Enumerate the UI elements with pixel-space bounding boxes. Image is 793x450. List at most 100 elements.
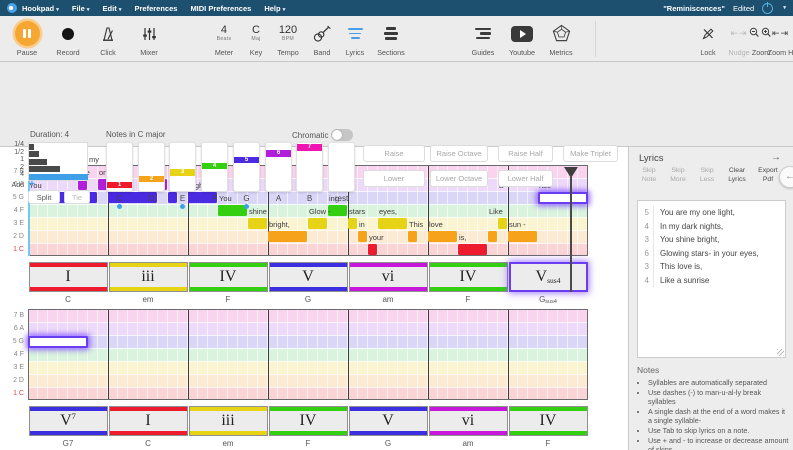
menu-edit[interactable]: Edit▾	[103, 4, 122, 13]
skip-note-button[interactable]: Skip Note	[635, 167, 663, 189]
note-card-B[interactable]: 7	[296, 142, 323, 192]
chord-box[interactable]: IV	[509, 406, 588, 436]
chord-box[interactable]: V	[269, 262, 348, 292]
melody-note[interactable]	[458, 244, 487, 255]
mixer-button[interactable]: Mixer	[131, 20, 167, 62]
row-label-1C: 1 C	[0, 387, 24, 400]
lower-button[interactable]: Lower	[363, 170, 425, 187]
split-button[interactable]: Split	[28, 190, 60, 204]
chromatic-toggle[interactable]	[331, 129, 353, 141]
menu-midi-preferences[interactable]: MIDI Preferences	[190, 4, 251, 13]
lyric-line-text: This love is,	[654, 262, 702, 271]
guides-button[interactable]: Guides	[464, 20, 502, 62]
staff-row	[28, 243, 588, 256]
resize-grip-icon[interactable]	[777, 349, 784, 356]
melody-note[interactable]	[498, 218, 507, 229]
note-card-F[interactable]: 4	[201, 142, 228, 192]
pause-button[interactable]: Pause	[10, 20, 44, 62]
melody-note[interactable]	[408, 231, 417, 242]
key-control[interactable]: CMaj Key	[243, 20, 269, 62]
skip-more-button[interactable]: Skip More	[664, 167, 692, 189]
lyric-line-text: You shine bright,	[654, 235, 719, 244]
playhead-line[interactable]	[570, 177, 572, 292]
note-card-D[interactable]: 2	[138, 142, 165, 192]
chord-name-base: em	[222, 439, 233, 448]
skip-less-button[interactable]: Skip Less	[693, 167, 721, 189]
chord-box[interactable]: I	[29, 262, 108, 292]
lock-button[interactable]: Lock	[694, 20, 722, 62]
chord-box[interactable]: vi	[349, 262, 428, 292]
tempo-control[interactable]: 120BPM Tempo	[270, 20, 306, 62]
melody-note[interactable]	[508, 231, 537, 242]
menu-preferences[interactable]: Preferences	[134, 4, 177, 13]
duration-bar-1/4[interactable]	[29, 144, 34, 150]
power-button-icon[interactable]	[762, 3, 773, 14]
duration-label-2: 2	[0, 164, 24, 171]
raise-button[interactable]: Raise	[363, 145, 425, 162]
raise-half-button[interactable]: Raise Half	[498, 145, 553, 162]
chord-numeral: vi	[350, 263, 427, 291]
metrics-button[interactable]: Metrics	[540, 20, 582, 62]
note-card-rest[interactable]	[328, 142, 355, 192]
lyrics-textbox[interactable]: 5You are my one light,4In my dark nights…	[637, 200, 786, 358]
melody-note[interactable]	[488, 231, 497, 242]
melody-note[interactable]	[268, 231, 307, 242]
chord-box[interactable]: IV	[429, 262, 508, 292]
melody-note[interactable]	[378, 218, 407, 229]
duration-bar-1/2[interactable]	[29, 151, 39, 157]
chord-box[interactable]: iii	[109, 262, 188, 292]
duration-bar-2[interactable]	[29, 166, 60, 172]
chord-box[interactable]: IV	[189, 262, 268, 292]
clear-lyrics-button[interactable]: Clear Lyrics	[722, 167, 752, 189]
note-card-G[interactable]: 5	[233, 142, 260, 192]
menu-help[interactable]: Help▾	[264, 4, 285, 13]
youtube-button[interactable]: Youtube	[503, 20, 541, 62]
help-bullet: Use Tab to skip lyrics on a note.	[648, 426, 790, 435]
melody-note[interactable]	[28, 336, 88, 348]
chord-name: F	[508, 439, 588, 448]
chevron-down-icon: ▾	[119, 7, 122, 13]
menu-file[interactable]: File▾	[72, 4, 90, 13]
chord-box[interactable]: IV	[269, 406, 348, 436]
chord-box[interactable]: I	[109, 406, 188, 436]
note-card-E[interactable]: 3	[169, 142, 196, 192]
chord-box[interactable]: iii	[189, 406, 268, 436]
meter-control[interactable]: 4Beats Meter	[206, 20, 242, 62]
lyric-label: eyes,	[379, 207, 397, 216]
record-button[interactable]: Record	[50, 20, 86, 62]
melody-note[interactable]	[348, 218, 357, 229]
panel-expand-arrow-icon[interactable]: →	[771, 152, 781, 163]
sections-button[interactable]: Sections	[371, 20, 411, 62]
menu-bar: File▾ Edit▾ Preferences MIDI Preferences Hel…	[72, 4, 298, 13]
lyrics-button[interactable]: Lyrics	[339, 20, 371, 62]
zoom-h-button[interactable]: ⇤⇥ Zoom H	[768, 20, 793, 62]
chord-box[interactable]: vi	[429, 406, 508, 436]
duration-bar-1[interactable]	[29, 159, 47, 165]
menu-hookpad[interactable]: Hookpad▾	[22, 4, 59, 13]
row-label-6A: 6 A	[0, 322, 24, 335]
scale-degree-bar: 5	[234, 157, 259, 164]
melody-note[interactable]	[428, 231, 457, 242]
add-duration-button[interactable]: +	[29, 179, 35, 190]
document-title: "Reminiscences"	[663, 4, 725, 13]
chevron-down-icon[interactable]: ▾	[783, 5, 786, 11]
melody-note[interactable]	[218, 205, 247, 216]
band-button[interactable]: Band	[306, 20, 338, 62]
melody-note[interactable]	[538, 192, 588, 204]
chord-box[interactable]: V	[349, 406, 428, 436]
chord-box[interactable]: V7	[29, 406, 108, 436]
click-button[interactable]: Click	[90, 20, 126, 62]
lower-octave-button[interactable]: Lower Octave	[430, 170, 488, 187]
duration-bar-4[interactable]	[29, 174, 88, 180]
chord-box[interactable]: Vsus4	[509, 262, 588, 292]
lower-half-button[interactable]: Lower Half	[498, 170, 553, 187]
note-card-C[interactable]: 1	[106, 142, 133, 192]
melody-note[interactable]	[358, 231, 367, 242]
raise-octave-button[interactable]: Raise Octave	[430, 145, 488, 162]
make-triplet-button[interactable]: Make Triplet	[563, 145, 618, 162]
melody-note[interactable]	[368, 244, 377, 255]
note-card-A[interactable]: 6	[265, 142, 292, 192]
melody-note[interactable]	[248, 218, 267, 229]
tie-button[interactable]: Tie	[64, 190, 90, 204]
melody-note[interactable]	[308, 218, 327, 229]
